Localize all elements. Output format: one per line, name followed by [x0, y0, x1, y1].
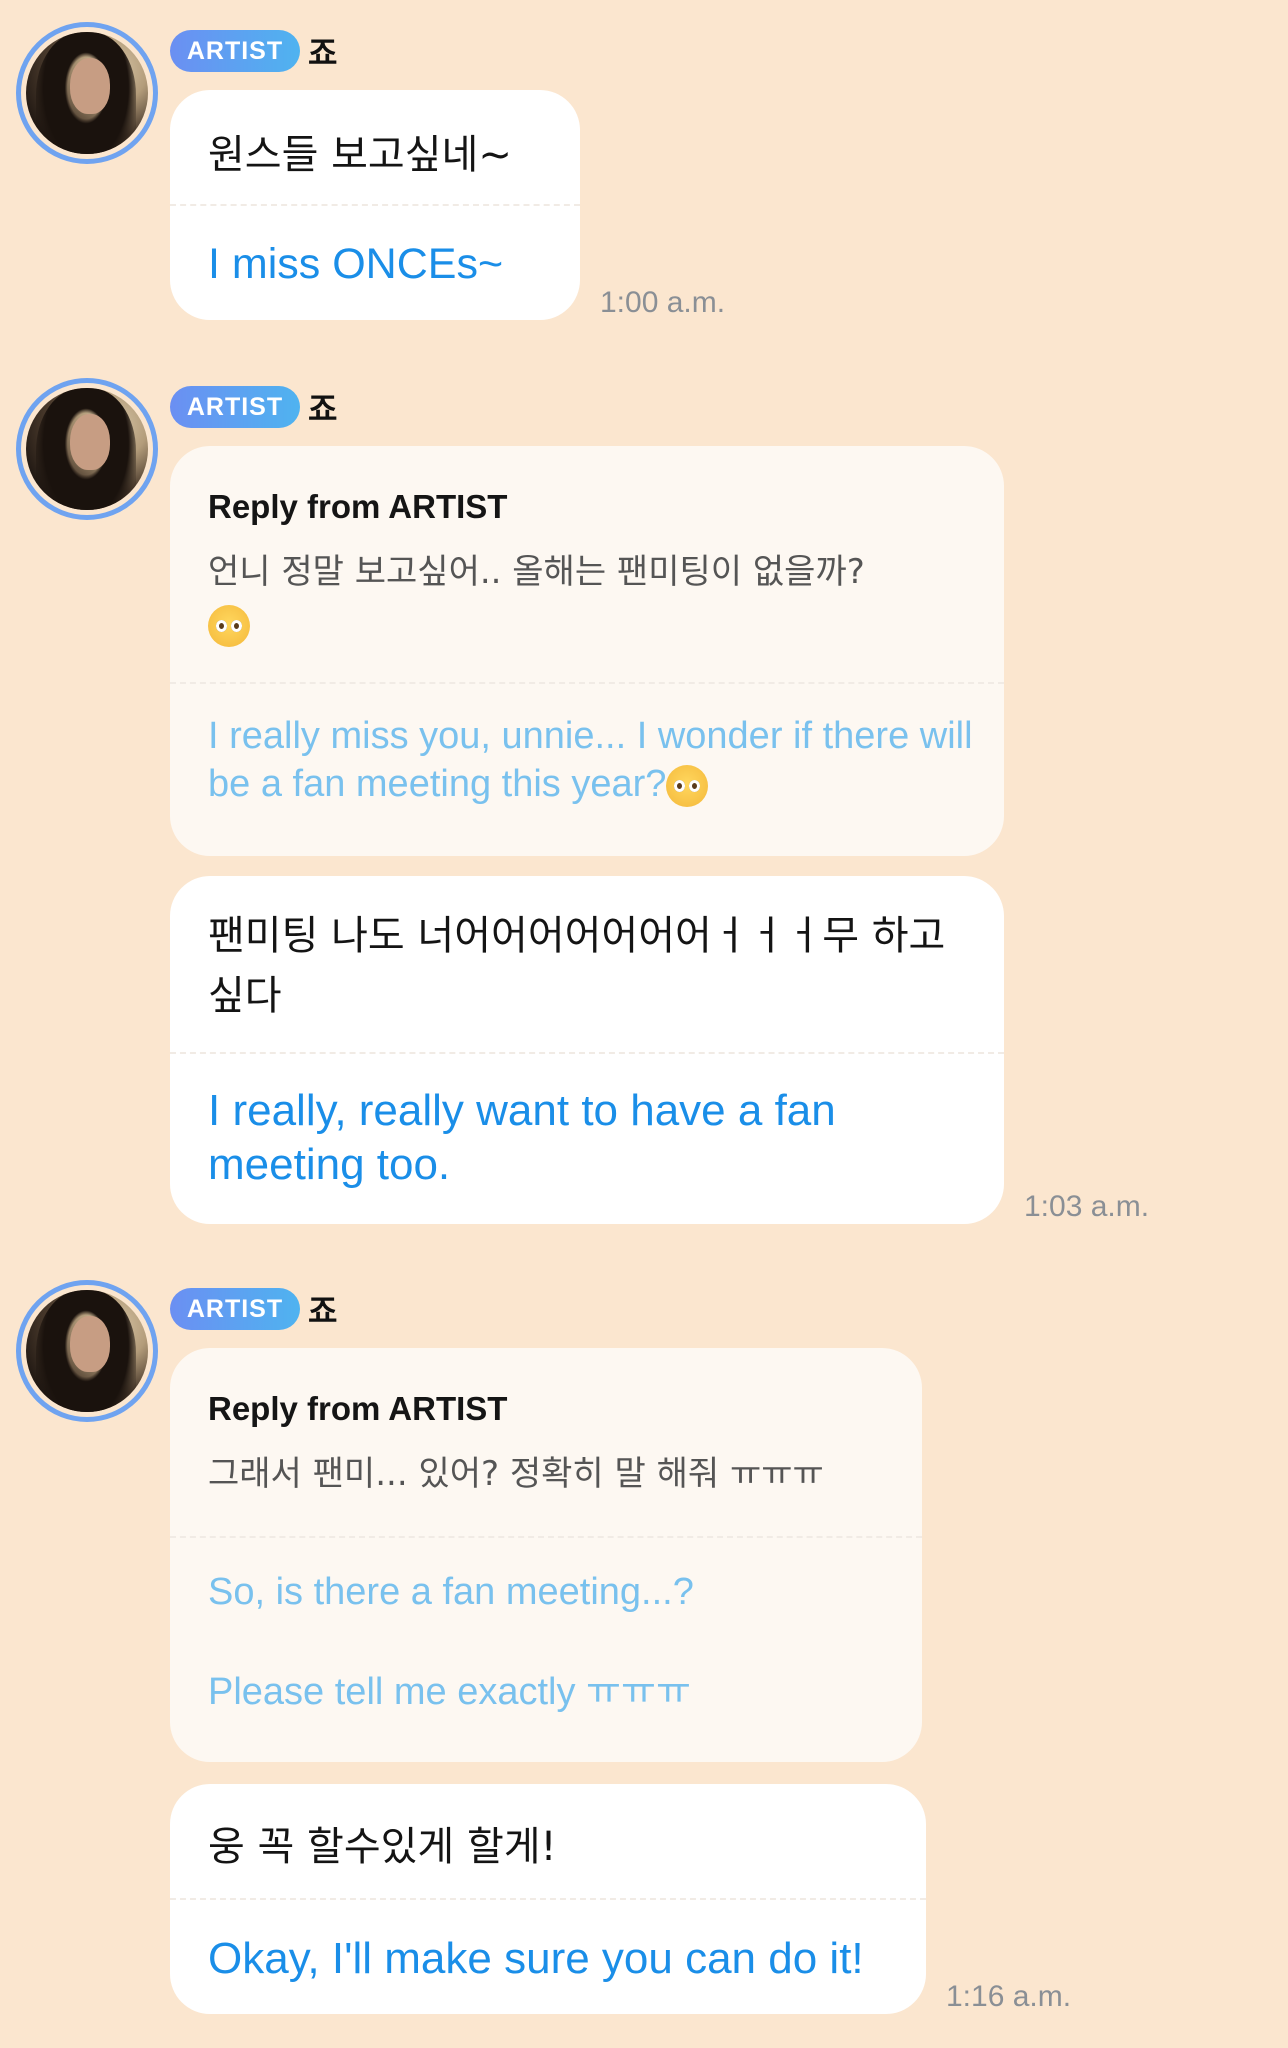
reply-quote-translation: I really miss you, unnie... I wonder if … [208, 712, 974, 808]
message-korean: 원스들 보고싶네~ [208, 132, 512, 178]
message-divider [170, 204, 580, 206]
message-bubble[interactable]: 원스들 보고싶네~ I miss ONCEs~ [170, 90, 580, 320]
reply-quote-translation-text: I really miss you, unnie... I wonder if … [208, 715, 984, 805]
artist-badge: ARTIST [170, 30, 300, 72]
reply-header: Reply from ARTIST [208, 488, 508, 525]
message-korean: 팬미팅 나도 너어어어어어어어ㅓㅓㅓ무 하고싶다 [208, 913, 946, 1019]
message-timestamp: 1:00 a.m. [600, 286, 726, 319]
message-translation: I miss ONCEs~ [208, 240, 504, 288]
message-divider [170, 1898, 926, 1900]
reply-divider [170, 682, 1004, 684]
artist-badge: ARTIST [170, 1288, 300, 1330]
sender-name: 죠 [308, 34, 338, 72]
message-divider [170, 1052, 1004, 1054]
message-korean: 웅 꼭 할수있게 할게! [208, 1824, 557, 1870]
reply-header: Reply from ARTIST [208, 1390, 508, 1427]
reply-quote-translation-line1: So, is there a fan meeting...? [208, 1571, 694, 1613]
artist-avatar[interactable] [16, 22, 158, 164]
reply-divider [170, 1536, 922, 1538]
message-timestamp: 1:03 a.m. [1024, 1190, 1150, 1223]
message-timestamp: 1:16 a.m. [946, 1980, 1072, 2013]
artist-avatar[interactable] [16, 378, 158, 520]
reply-quote-bubble[interactable]: Reply from ARTIST 언니 정말 보고싶어.. 올해는 팬미팅이 … [170, 446, 1004, 856]
reply-quote-korean: 언니 정말 보고싶어.. 올해는 팬미팅이 없을까? [208, 546, 974, 650]
reply-quote-translation-line2: Please tell me exactly ㅠㅠㅠ [208, 1671, 691, 1713]
artist-badge: ARTIST [170, 386, 300, 428]
pleading-face-icon [208, 604, 250, 647]
reply-quote-bubble[interactable]: Reply from ARTIST 그래서 팬미... 있어? 정확히 말 해줘… [170, 1348, 922, 1762]
reply-quote-korean: 그래서 팬미... 있어? 정확히 말 해줘 ㅠㅠㅠ [208, 1454, 824, 1494]
message-translation: I really, really want to have a fan meet… [208, 1086, 848, 1189]
sender-name: 죠 [308, 390, 338, 428]
message-bubble[interactable]: 웅 꼭 할수있게 할게! Okay, I'll make sure you ca… [170, 1784, 926, 2014]
pleading-face-icon [666, 764, 709, 807]
sender-name: 죠 [308, 1292, 338, 1330]
artist-avatar[interactable] [16, 1280, 158, 1422]
message-bubble[interactable]: 팬미팅 나도 너어어어어어어어ㅓㅓㅓ무 하고싶다 I really, reall… [170, 876, 1004, 1224]
reply-quote-korean-text: 언니 정말 보고싶어.. 올해는 팬미팅이 없을까? [208, 552, 865, 592]
message-translation: Okay, I'll make sure you can do it! [208, 1934, 864, 1983]
